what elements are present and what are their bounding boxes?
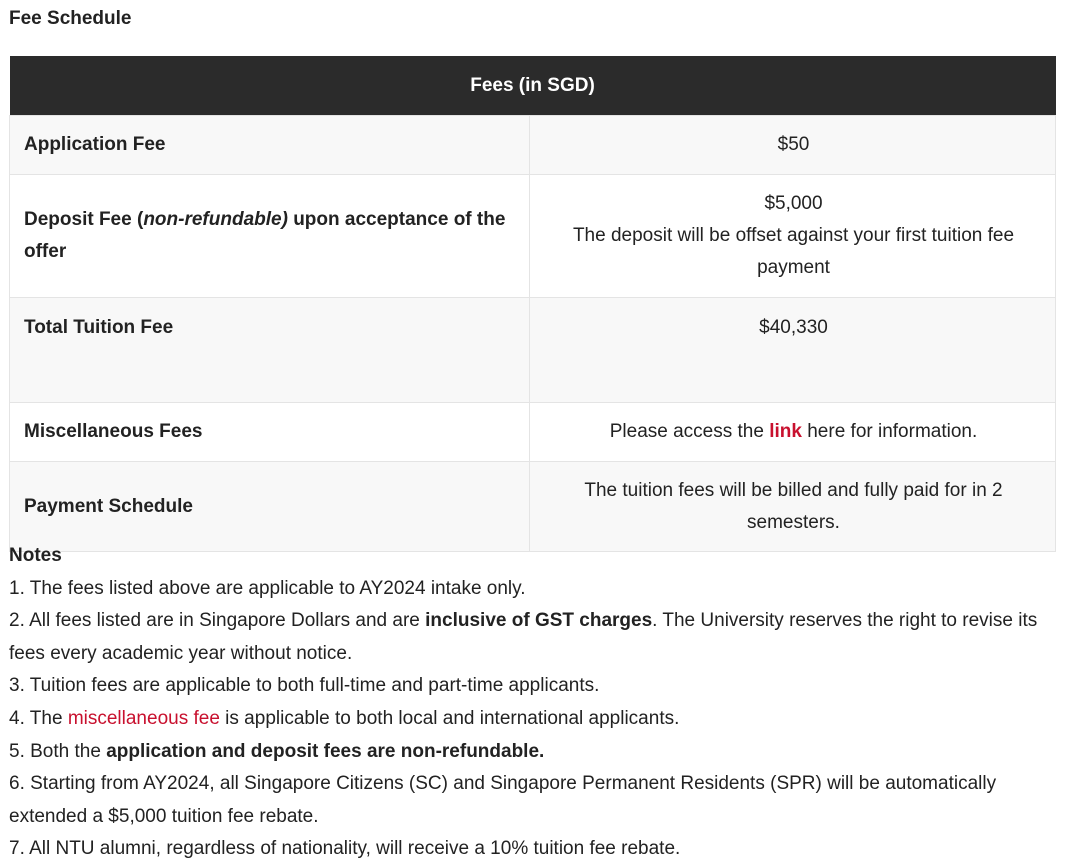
deposit-note: The deposit will be offset against your … [572, 225, 1015, 278]
note-item: 2. All fees listed are in Singapore Doll… [9, 605, 1069, 670]
row-label-italic: non-refundable) [143, 209, 288, 230]
note-item: 4. The miscellaneous fee is applicable t… [9, 703, 1069, 736]
table-row: Application Fee $50 [9, 115, 1056, 175]
fee-table-header: Fees (in SGD) [9, 56, 1056, 116]
note-bold: application and deposit fees are non-ref… [106, 740, 545, 762]
table-row: Miscellaneous Fees Please access the lin… [9, 402, 1056, 462]
row-value: $5,000 The deposit will be offset agains… [529, 174, 1056, 298]
row-label: Payment Schedule [9, 461, 530, 552]
row-value: Please access the link here for informat… [529, 402, 1056, 462]
note-text: 2. All fees listed are in Singapore Doll… [9, 610, 426, 632]
page: Fee Schedule Fees (in SGD) Application F… [0, 0, 1080, 863]
note-text: is applicable to both local and internat… [219, 707, 680, 729]
note-text: 5. Both the [9, 740, 107, 762]
row-value-text: Please access the [609, 421, 770, 442]
header-fees-cell: Fees (in SGD) [470, 56, 1056, 116]
row-label: Application Fee [9, 115, 530, 175]
header-label-cell [9, 56, 530, 116]
row-value: The tuition fees will be billed and full… [529, 461, 1056, 552]
note-item: 1. The fees listed above are applicable … [9, 577, 526, 599]
miscellaneous-fees-link[interactable]: link [769, 421, 802, 442]
note-item: 5. Both the application and deposit fees… [9, 736, 1069, 769]
notes-section: Notes 1. The fees listed above are appli… [9, 540, 1069, 863]
note-item: 3. Tuition fees are applicable to both f… [9, 675, 600, 697]
fee-table: Fees (in SGD) Application Fee $50 Deposi… [9, 56, 1056, 552]
row-value: $50 [529, 115, 1056, 175]
row-value: $40,330 [529, 297, 1056, 403]
row-label: Miscellaneous Fees [9, 402, 530, 462]
table-row: Total Tuition Fee $40,330 [9, 297, 1056, 403]
row-label: Total Tuition Fee [9, 297, 530, 403]
row-label: Deposit Fee (non-refundable) upon accept… [9, 174, 530, 298]
deposit-amount: $5,000 [764, 193, 823, 214]
table-row: Payment Schedule The tuition fees will b… [9, 461, 1056, 552]
note-item: 7. All NTU alumni, regardless of nationa… [9, 838, 681, 860]
row-label-text: Deposit Fee ( [24, 209, 144, 230]
header-fees-text: Fees (in SGD) [470, 74, 595, 96]
note-bold: inclusive of GST charges [425, 610, 653, 632]
page-heading: Fee Schedule [9, 8, 132, 29]
note-item: 6. Starting from AY2024, all Singapore C… [9, 773, 997, 827]
table-row: Deposit Fee (non-refundable) upon accept… [9, 174, 1056, 298]
row-value-text: here for information. [801, 421, 978, 442]
notes-title: Notes [9, 545, 62, 566]
note-text: 4. The [9, 707, 68, 729]
miscellaneous-fee-link[interactable]: miscellaneous fee [68, 708, 220, 729]
